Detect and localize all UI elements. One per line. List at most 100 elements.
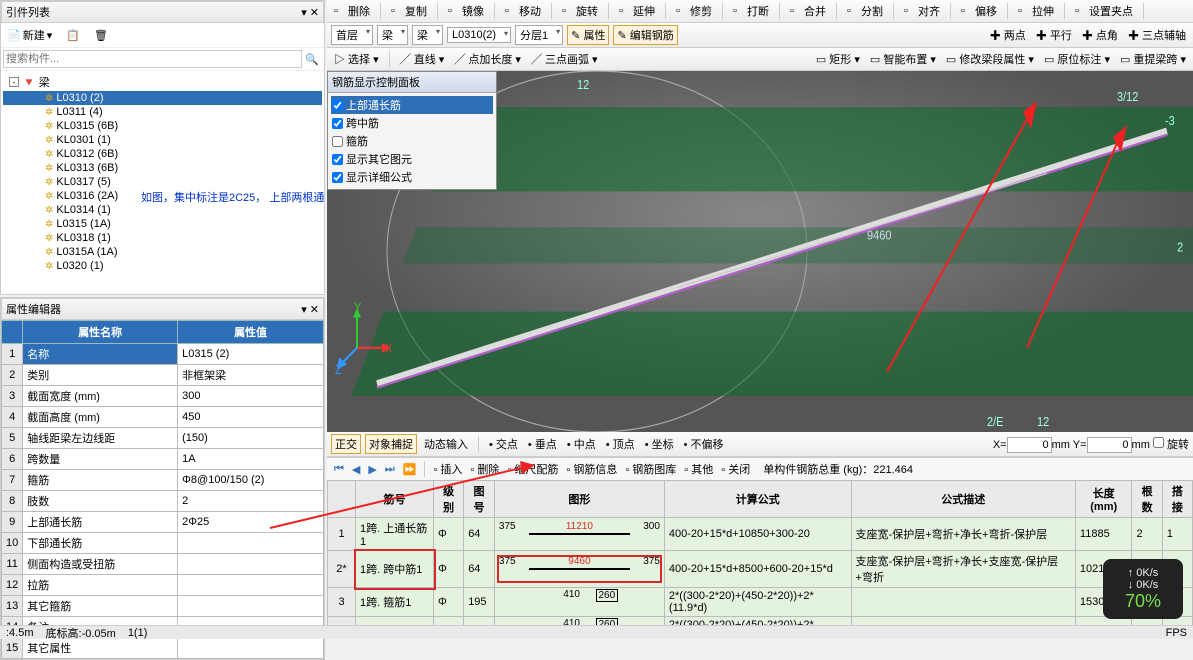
prop-name[interactable]: 其它属性 (23, 638, 178, 659)
prop-name[interactable]: 侧面构造或受扭筋 (23, 554, 178, 575)
tree-root[interactable]: - 🔻 梁 (3, 73, 322, 91)
rebar-filter-item[interactable]: 显示详细公式 (331, 168, 493, 186)
viewport-3d[interactable]: 9460 12 3/12 2 2/E 12 -3 XYZ 钢筋显示控制面板 上部… (327, 71, 1193, 432)
prop-name[interactable]: 轴线距梁左边线距 (23, 428, 178, 449)
prop-name[interactable]: 截面高度 (mm) (23, 407, 178, 428)
snap-交点[interactable]: • 交点 (486, 435, 521, 453)
tb-删除[interactable]: ▫删除 (331, 2, 373, 20)
rebar-钢筋信息[interactable]: ▫ 钢筋信息 (563, 460, 620, 478)
tb-设置夹点[interactable]: ▫设置夹点 (1072, 2, 1136, 20)
tb-移动[interactable]: ▫移动 (502, 2, 544, 20)
tree-item[interactable]: ✲ L0315A (1A) (3, 245, 322, 259)
delete-icon[interactable]: 🗑 (91, 26, 111, 44)
dropdown[interactable]: 梁 (377, 25, 408, 45)
tree-item[interactable]: ✲ L0310 (2) (3, 91, 322, 105)
rebar-钢筋图库[interactable]: ▫ 钢筋图库 (622, 460, 679, 478)
rebar-display-panel[interactable]: 钢筋显示控制面板 上部通长筋 跨中筋 箍筋 显示其它图元 显示详细公式 (327, 71, 497, 190)
prop-value[interactable]: 2 (178, 491, 324, 512)
tree-item[interactable]: ✲ KL0318 (1) (3, 231, 322, 245)
tool-矩形[interactable]: ▭ 矩形 ▾ (813, 50, 863, 68)
tree-item[interactable]: ✲ KL0317 (5) (3, 175, 322, 189)
dropdown[interactable]: 分层1 (515, 25, 563, 45)
prop-name[interactable]: 下部通长筋 (23, 533, 178, 554)
prop-value[interactable] (178, 575, 324, 596)
prop-name[interactable]: 拉筋 (23, 575, 178, 596)
tree-item[interactable]: ✲ KL0312 (6B) (3, 147, 322, 161)
nav-arrow[interactable]: ▶ (365, 463, 379, 476)
tool-修改梁段属性[interactable]: ▭ 修改梁段属性 ▾ (943, 50, 1037, 68)
snap-中点[interactable]: • 中点 (564, 435, 599, 453)
tb-复制[interactable]: ▫复制 (388, 2, 430, 20)
prop-name[interactable]: 其它箍筋 (23, 596, 178, 617)
tb-旋转[interactable]: ▫旋转 (559, 2, 601, 20)
aux-两点[interactable]: ✚ 两点 (987, 26, 1029, 44)
aux-点角[interactable]: ✚ 点角 (1079, 26, 1121, 44)
prop-name[interactable]: 箍筋 (23, 470, 178, 491)
nav-arrow[interactable]: ⏮ (331, 463, 347, 476)
draw-点加长度[interactable]: ╱ 点加长度 ▾ (451, 50, 524, 68)
snap-对象捕捉[interactable]: 对象捕捉 (365, 434, 417, 454)
rebar-filter-item[interactable]: 箍筋 (331, 132, 493, 150)
tb-分割[interactable]: ▫分割 (844, 2, 886, 20)
nav-arrow[interactable]: ⏩ (400, 463, 420, 476)
btn_edit[interactable]: ✎ 编辑钢筋 (613, 25, 677, 45)
snap-正交[interactable]: 正交 (331, 434, 361, 454)
btn_prop[interactable]: ✎ 属性 (567, 25, 609, 45)
prop-value[interactable]: 2Φ25 (178, 512, 324, 533)
prop-value[interactable]: 非框架梁 (178, 365, 324, 386)
prop-value[interactable]: Φ8@100/150 (2) (178, 470, 324, 491)
prop-name[interactable]: 肢数 (23, 491, 178, 512)
prop-value[interactable]: 1A (178, 449, 324, 470)
dropdown[interactable]: L0310(2) (447, 27, 511, 43)
tb-延伸[interactable]: ▫延伸 (616, 2, 658, 20)
aux-三点辅轴[interactable]: ✚ 三点辅轴 (1125, 26, 1189, 44)
rebar-删除[interactable]: ▫ 删除 (467, 460, 502, 478)
copy-icon[interactable]: 📋 (63, 26, 83, 44)
dropdown[interactable]: 首层 (331, 25, 373, 45)
search-icon[interactable]: 🔍 (302, 50, 322, 68)
prop-name[interactable]: 截面宽度 (mm) (23, 386, 178, 407)
tb-打断[interactable]: ▫打断 (730, 2, 772, 20)
prop-value[interactable] (178, 533, 324, 554)
tool-重提梁跨[interactable]: ▭ 重提梁跨 ▾ (1117, 50, 1189, 68)
dropdown[interactable]: 梁 (412, 25, 443, 45)
prop-value[interactable] (178, 554, 324, 575)
rebar-插入[interactable]: ▫ 插入 (430, 460, 465, 478)
draw-三点画弧[interactable]: ╱ 三点画弧 ▾ (528, 50, 601, 68)
prop-name[interactable]: 名称 (23, 344, 178, 365)
nav-arrow[interactable]: ⏭ (382, 463, 398, 476)
result-row[interactable]: 2*1跨. 跨中筋1Φ643759460375400-20+15*d+8500+… (328, 551, 1193, 588)
result-row[interactable]: 31跨. 箍筋1Φ1954102602*((300-2*20)+(450-2*2… (328, 588, 1193, 617)
tree-item[interactable]: ✲ KL0301 (1) (3, 133, 322, 147)
result-row[interactable]: 42跨. 箍筋1Φ1954102602*((300-2*20)+(450-2*2… (328, 617, 1193, 626)
select-button[interactable]: ▷ 选择 ▾ (331, 50, 382, 68)
prop-value[interactable] (178, 638, 324, 659)
rebar-其他[interactable]: ▫ 其他 (681, 460, 716, 478)
prop-value[interactable] (178, 596, 324, 617)
tb-对齐[interactable]: ▫对齐 (901, 2, 943, 20)
snap-坐标[interactable]: • 坐标 (642, 435, 677, 453)
rebar-缩尺配筋[interactable]: ▫ 缩尺配筋 (504, 460, 561, 478)
tree-item[interactable]: ✲ KL0315 (6B) (3, 119, 322, 133)
tb-镜像[interactable]: ▫镜像 (445, 2, 487, 20)
tree-item[interactable]: ✲ L0311 (4) (3, 105, 322, 119)
result-table[interactable]: 筋号级别图号图形计算公式公式描述长度(mm)根数搭接11跨. 上通长筋1Φ643… (327, 480, 1193, 625)
tb-偏移[interactable]: ▫偏移 (958, 2, 1000, 20)
prop-name[interactable]: 类别 (23, 365, 178, 386)
rebar-filter-item[interactable]: 上部通长筋 (331, 96, 493, 114)
tb-修剪[interactable]: ▫修剪 (673, 2, 715, 20)
rebar-filter-item[interactable]: 跨中筋 (331, 114, 493, 132)
snap-顶点[interactable]: • 顶点 (603, 435, 638, 453)
snap-垂点[interactable]: • 垂点 (525, 435, 560, 453)
result-row[interactable]: 11跨. 上通长筋1Φ6437511210300400-20+15*d+1085… (328, 518, 1193, 551)
prop-value[interactable]: (150) (178, 428, 324, 449)
aux-平行[interactable]: ✚ 平行 (1033, 26, 1075, 44)
prop-name[interactable]: 跨数量 (23, 449, 178, 470)
prop-value[interactable]: L0315 (2) (178, 344, 324, 365)
search-input[interactable] (3, 50, 302, 68)
tb-拉伸[interactable]: ▫拉伸 (1015, 2, 1057, 20)
tb-合并[interactable]: ▫合并 (787, 2, 829, 20)
prop-value[interactable]: 450 (178, 407, 324, 428)
snap-不偏移[interactable]: • 不偏移 (681, 435, 727, 453)
nav-arrow[interactable]: ◀ (349, 463, 363, 476)
